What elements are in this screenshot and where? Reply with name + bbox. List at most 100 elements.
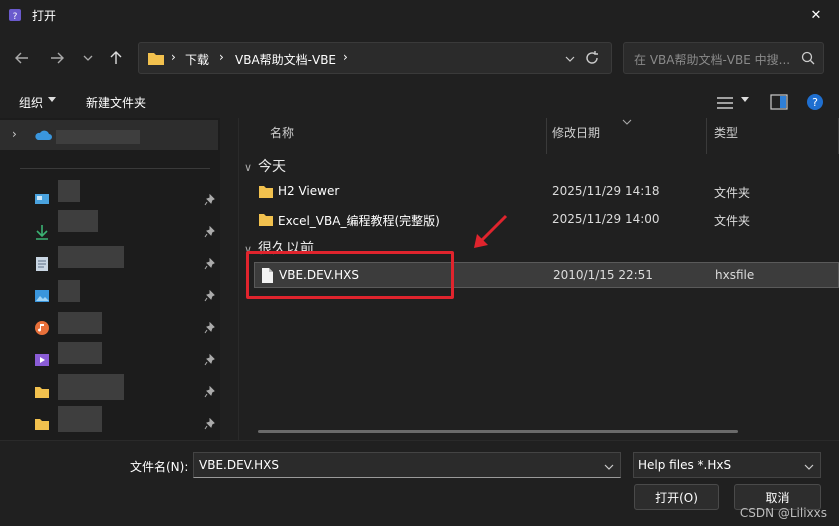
filename-dropdown[interactable]	[604, 461, 614, 475]
filename-label: 文件名(N):	[130, 460, 189, 474]
view-options-caret[interactable]	[741, 97, 749, 102]
file-row[interactable]: H2 Viewer 2025/11/29 14:18 文件夹	[254, 179, 839, 205]
annotation-arrow-icon	[474, 214, 508, 248]
sidebar-item-folder[interactable]	[0, 374, 220, 406]
help-icon[interactable]: ?	[806, 93, 824, 111]
music-icon	[35, 321, 49, 335]
close-button[interactable]: ✕	[793, 0, 839, 30]
recent-locations-button[interactable]	[76, 46, 100, 70]
organize-menu[interactable]: 组织	[19, 94, 43, 111]
pin-icon	[204, 226, 215, 238]
sidebar-item-folder[interactable]	[0, 406, 220, 438]
download-icon	[36, 225, 48, 240]
address-bar[interactable]: › 下载 › VBA帮助文档-VBE ›	[138, 42, 612, 74]
pin-icon	[204, 354, 215, 366]
svg-text:?: ?	[13, 12, 18, 22]
video-icon	[35, 354, 49, 366]
redacted-label	[58, 342, 102, 364]
sidebar-item-desktop[interactable]	[0, 180, 220, 214]
filename-input[interactable]: VBE.DEV.HXS	[193, 452, 621, 478]
column-divider[interactable]	[546, 118, 547, 154]
desktop-icon	[35, 194, 49, 204]
file-row[interactable]: Excel_VBA_编程教程(完整版) 2025/11/29 14:00 文件夹	[254, 207, 839, 233]
breadcrumb-downloads[interactable]: 下载	[185, 51, 209, 68]
sidebar-item-onedrive[interactable]: ›	[0, 120, 218, 150]
app-icon: ?	[9, 9, 21, 22]
sidebar-item-music[interactable]	[0, 312, 220, 342]
pin-icon	[204, 322, 215, 334]
back-button[interactable]	[10, 46, 34, 70]
arrow-right-icon	[51, 52, 64, 64]
folder-icon	[35, 387, 49, 398]
group-header-today[interactable]: ∨ 今天	[244, 156, 286, 176]
expand-chevron-icon[interactable]: ›	[12, 127, 17, 141]
horizontal-scrollbar[interactable]	[258, 430, 738, 433]
pin-icon	[204, 386, 215, 398]
file-type: hxsfile	[715, 268, 755, 282]
organize-caret	[48, 97, 56, 102]
forward-button[interactable]	[45, 46, 69, 70]
pane-splitter[interactable]	[238, 118, 239, 440]
redacted-label	[58, 210, 98, 232]
file-date: 2025/11/29 14:18	[552, 184, 660, 198]
redacted-label	[58, 374, 124, 400]
close-icon: ✕	[810, 7, 822, 23]
preview-pane-icon[interactable]	[770, 94, 788, 110]
file-type: 文件夹	[714, 186, 751, 200]
refresh-icon[interactable]	[582, 48, 602, 68]
watermark: CSDN @Lilixxs	[739, 506, 827, 520]
redacted-label	[58, 246, 124, 268]
folder-icon	[259, 186, 273, 198]
annotation-highlight-box	[246, 251, 454, 299]
breadcrumb-current-folder[interactable]: VBA帮助文档-VBE	[235, 51, 336, 68]
filter-value: Help files *.HxS	[638, 458, 732, 472]
chevron-down-icon: ∨	[244, 161, 253, 174]
search-icon	[801, 51, 815, 65]
pin-icon	[204, 290, 215, 302]
chevron-down-icon	[565, 56, 575, 62]
group-label: 今天	[258, 159, 286, 175]
pin-icon	[204, 418, 215, 430]
column-header-modified[interactable]: 修改日期	[552, 124, 600, 141]
redacted-label	[58, 180, 80, 202]
sidebar-item-downloads[interactable]	[0, 210, 220, 246]
pin-icon	[204, 194, 215, 206]
search-box[interactable]: 在 VBA帮助文档-VBE 中搜...	[623, 42, 824, 74]
arrow-left-icon	[15, 52, 28, 64]
up-button[interactable]	[104, 46, 128, 70]
file-type-filter[interactable]: Help files *.HxS	[633, 452, 821, 478]
sort-chevron-icon	[622, 119, 632, 125]
new-folder-button[interactable]: 新建文件夹	[86, 94, 146, 111]
svg-text:?: ?	[812, 96, 818, 109]
folder-icon	[259, 214, 273, 226]
chevron-down-icon	[604, 464, 614, 470]
column-header-type[interactable]: 类型	[714, 124, 738, 141]
file-date: 2025/11/29 14:00	[552, 212, 660, 226]
breadcrumb-separator: ›	[343, 50, 348, 64]
redacted-label	[58, 312, 102, 334]
redacted-label	[58, 406, 102, 432]
sidebar-item-documents[interactable]	[0, 246, 220, 278]
dialog-footer: 文件名(N): VBE.DEV.HXS Help files *.HxS 打开(…	[0, 440, 839, 526]
sidebar-item-videos[interactable]	[0, 342, 220, 374]
chevron-down-icon	[83, 55, 93, 61]
folder-icon	[148, 53, 164, 65]
redacted-label	[56, 130, 140, 144]
column-header-name[interactable]: 名称	[270, 124, 294, 141]
view-options-icon[interactable]	[716, 95, 734, 111]
chevron-down-icon	[804, 464, 814, 470]
filename-value: VBE.DEV.HXS	[199, 458, 279, 472]
sidebar-item-pictures[interactable]	[0, 280, 220, 310]
command-bar: 组织 新建文件夹 ?	[0, 88, 839, 118]
arrow-up-icon	[110, 51, 122, 64]
open-button[interactable]: 打开(O)	[634, 484, 719, 510]
search-input[interactable]: 在 VBA帮助文档-VBE 中搜...	[634, 51, 789, 68]
file-name: H2 Viewer	[278, 184, 340, 198]
pin-icon	[204, 258, 215, 270]
folder-icon	[35, 419, 49, 430]
redacted-label	[58, 280, 80, 302]
filter-dropdown[interactable]	[804, 461, 814, 475]
sidebar-divider	[20, 168, 210, 169]
column-divider[interactable]	[706, 118, 707, 154]
address-dropdown[interactable]	[565, 53, 575, 67]
